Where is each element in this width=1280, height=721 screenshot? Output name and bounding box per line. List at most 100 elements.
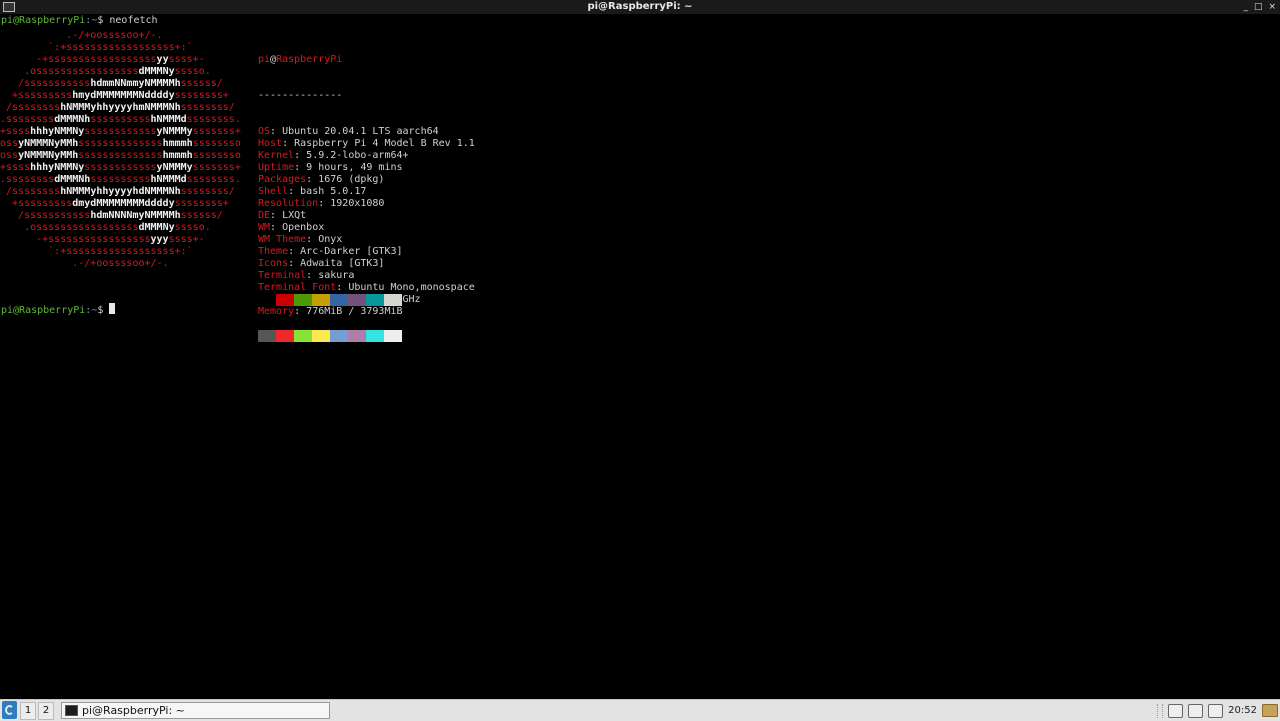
info-row: Uptime: 9 hours, 49 mins — [258, 162, 475, 174]
info-colon: : — [288, 186, 301, 197]
info-value: 9 hours, 49 mins — [306, 162, 403, 173]
command-text: neofetch — [109, 15, 158, 26]
info-row: Kernel: 5.9.2-lobo-arm64+ — [258, 150, 475, 162]
info-row: WM: Openbox — [258, 222, 475, 234]
palette-swatch — [294, 294, 312, 306]
logo-line: .osssssssssssssssssdMMMNysssso. — [0, 66, 211, 77]
palette-row-normal — [258, 294, 403, 306]
info-value: 5.9.2-lobo-arm64+ — [306, 150, 409, 161]
palette-swatch — [312, 294, 330, 306]
info-row: WM Theme: Onyx — [258, 234, 475, 246]
task-label: pi@RaspberryPi: ~ — [82, 704, 185, 717]
info-key: OS — [258, 126, 271, 137]
prompt-path: :~ — [85, 15, 98, 26]
info-colon: : — [288, 246, 301, 257]
prompt-line-2: pi@RaspberryPi:~$ — [1, 303, 116, 316]
palette-row-bright — [258, 330, 403, 342]
workspace-2-button[interactable]: 2 — [38, 702, 54, 720]
system-tray: 20:52 — [1157, 701, 1280, 720]
folder-icon[interactable] — [1262, 704, 1278, 717]
info-key: WM — [258, 222, 271, 233]
info-title: pi@RaspberryPi — [258, 54, 475, 66]
info-row: DE: LXQt — [258, 210, 475, 222]
info-key: Icons — [258, 258, 289, 269]
color-palette — [258, 270, 403, 342]
info-row: Host: Raspberry Pi 4 Model B Rev 1.1 — [258, 138, 475, 150]
info-value: Adwaita [GTK3] — [300, 258, 385, 269]
taskbar-task-terminal[interactable]: pi@RaspberryPi: ~ — [61, 702, 330, 719]
logo-line: .ssssssssdMMMNhsssssssssshNMMMdssssssss. — [0, 114, 241, 125]
info-key: Shell — [258, 186, 289, 197]
info-value: Ubuntu 20.04.1 LTS aarch64 — [282, 126, 439, 137]
info-value: Arc-Darker [GTK3] — [300, 246, 403, 257]
logo-line: `:+ssssssssssssssssss+:` — [0, 42, 193, 53]
logo-line: .-/+oossssoo+/-. — [0, 258, 169, 269]
terminal-icon — [65, 705, 78, 716]
tray-grip — [1157, 703, 1164, 718]
logo-line: +sssssssssdmydMMMMMMMMddddyssssssss+ — [0, 198, 229, 209]
palette-swatch — [258, 330, 276, 342]
logo-line: /ssssssssssshdmmNNmmyNMMMMhssssss/ — [0, 78, 223, 89]
workspace-1-button[interactable]: 1 — [20, 702, 36, 720]
palette-swatch — [276, 294, 294, 306]
info-row: Packages: 1676 (dpkg) — [258, 174, 475, 186]
clock[interactable]: 20:52 — [1228, 705, 1257, 716]
search-icon[interactable] — [1168, 703, 1184, 718]
info-colon: : — [270, 222, 283, 233]
info-row: Theme: Arc-Darker [GTK3] — [258, 246, 475, 258]
info-value: 1676 (dpkg) — [318, 174, 385, 185]
logo-line: .ssssssssdMMMNhsssssssssshNMMMdssssssss. — [0, 174, 241, 185]
info-host: RaspberryPi — [276, 54, 343, 65]
minimize-button[interactable]: _ — [1243, 2, 1248, 12]
info-user: pi — [258, 54, 271, 65]
info-separator: -------------- — [258, 90, 343, 101]
volume-icon[interactable] — [1208, 703, 1224, 718]
info-colon: : — [270, 210, 283, 221]
prompt-line-1: pi@RaspberryPi:~$ neofetch — [1, 15, 158, 27]
logo-line: -+ssssssssssssssssssyyssss+- — [0, 54, 205, 65]
palette-swatch — [366, 330, 384, 342]
taskbar: 1 2 pi@RaspberryPi: ~ 20:52 — [0, 699, 1280, 721]
palette-swatch — [258, 294, 276, 306]
palette-swatch — [384, 330, 402, 342]
info-colon: : — [270, 126, 283, 137]
text-cursor — [109, 303, 116, 314]
window-titlebar[interactable]: pi@RaspberryPi: ~ _ □ × — [0, 0, 1280, 15]
info-colon: : — [294, 162, 307, 173]
window-title: pi@RaspberryPi: ~ — [587, 1, 693, 12]
window-controls: _ □ × — [1243, 0, 1276, 14]
logo-line: -+sssssssssssssssssyyyssss+- — [0, 234, 205, 245]
ubuntu-ascii-logo: .-/+oossssoo+/-. `:+ssssssssssssssssss+:… — [0, 30, 241, 270]
info-colon: : — [318, 198, 331, 209]
info-value: Onyx — [318, 234, 343, 245]
terminal-area[interactable]: pi@RaspberryPi:~$ neofetch .-/+oossssoo+… — [0, 15, 1280, 698]
info-value: Raspberry Pi 4 Model B Rev 1.1 — [294, 138, 475, 149]
palette-swatch — [276, 330, 294, 342]
lxqt-menu-icon[interactable] — [2, 701, 17, 719]
palette-swatch — [348, 330, 366, 342]
prompt-path: :~ — [85, 305, 98, 316]
info-value: bash 5.0.17 — [300, 186, 367, 197]
info-colon: : — [294, 150, 307, 161]
palette-swatch — [330, 330, 348, 342]
prompt-sign: $ — [97, 15, 110, 26]
info-row: OS: Ubuntu 20.04.1 LTS aarch64 — [258, 126, 475, 138]
info-key: DE — [258, 210, 271, 221]
palette-swatch — [312, 330, 330, 342]
logo-line: /sssssssshNMMMyhhyyyyhdNMMMNhssssssss/ — [0, 186, 235, 197]
info-colon: : — [282, 138, 295, 149]
keyboard-icon[interactable] — [1188, 703, 1204, 718]
info-row: Icons: Adwaita [GTK3] — [258, 258, 475, 270]
logo-line: `:+ssssssssssssssssss+:` — [0, 246, 193, 257]
info-key: Host — [258, 138, 283, 149]
close-button[interactable]: × — [1268, 2, 1276, 12]
info-colon: : — [306, 234, 319, 245]
info-key: Uptime — [258, 162, 295, 173]
info-row: Shell: bash 5.0.17 — [258, 186, 475, 198]
info-key: WM Theme — [258, 234, 307, 245]
maximize-button[interactable]: □ — [1254, 2, 1263, 12]
prompt-user: pi@RaspberryPi — [1, 15, 86, 26]
logo-line: ossyNMMMNyMMhsssssssssssssshmmmhssssssso — [0, 138, 241, 149]
logo-line: +ssssssssshmydMMMMMMMNddddyssssssss+ — [0, 90, 229, 101]
info-colon: : — [288, 258, 301, 269]
